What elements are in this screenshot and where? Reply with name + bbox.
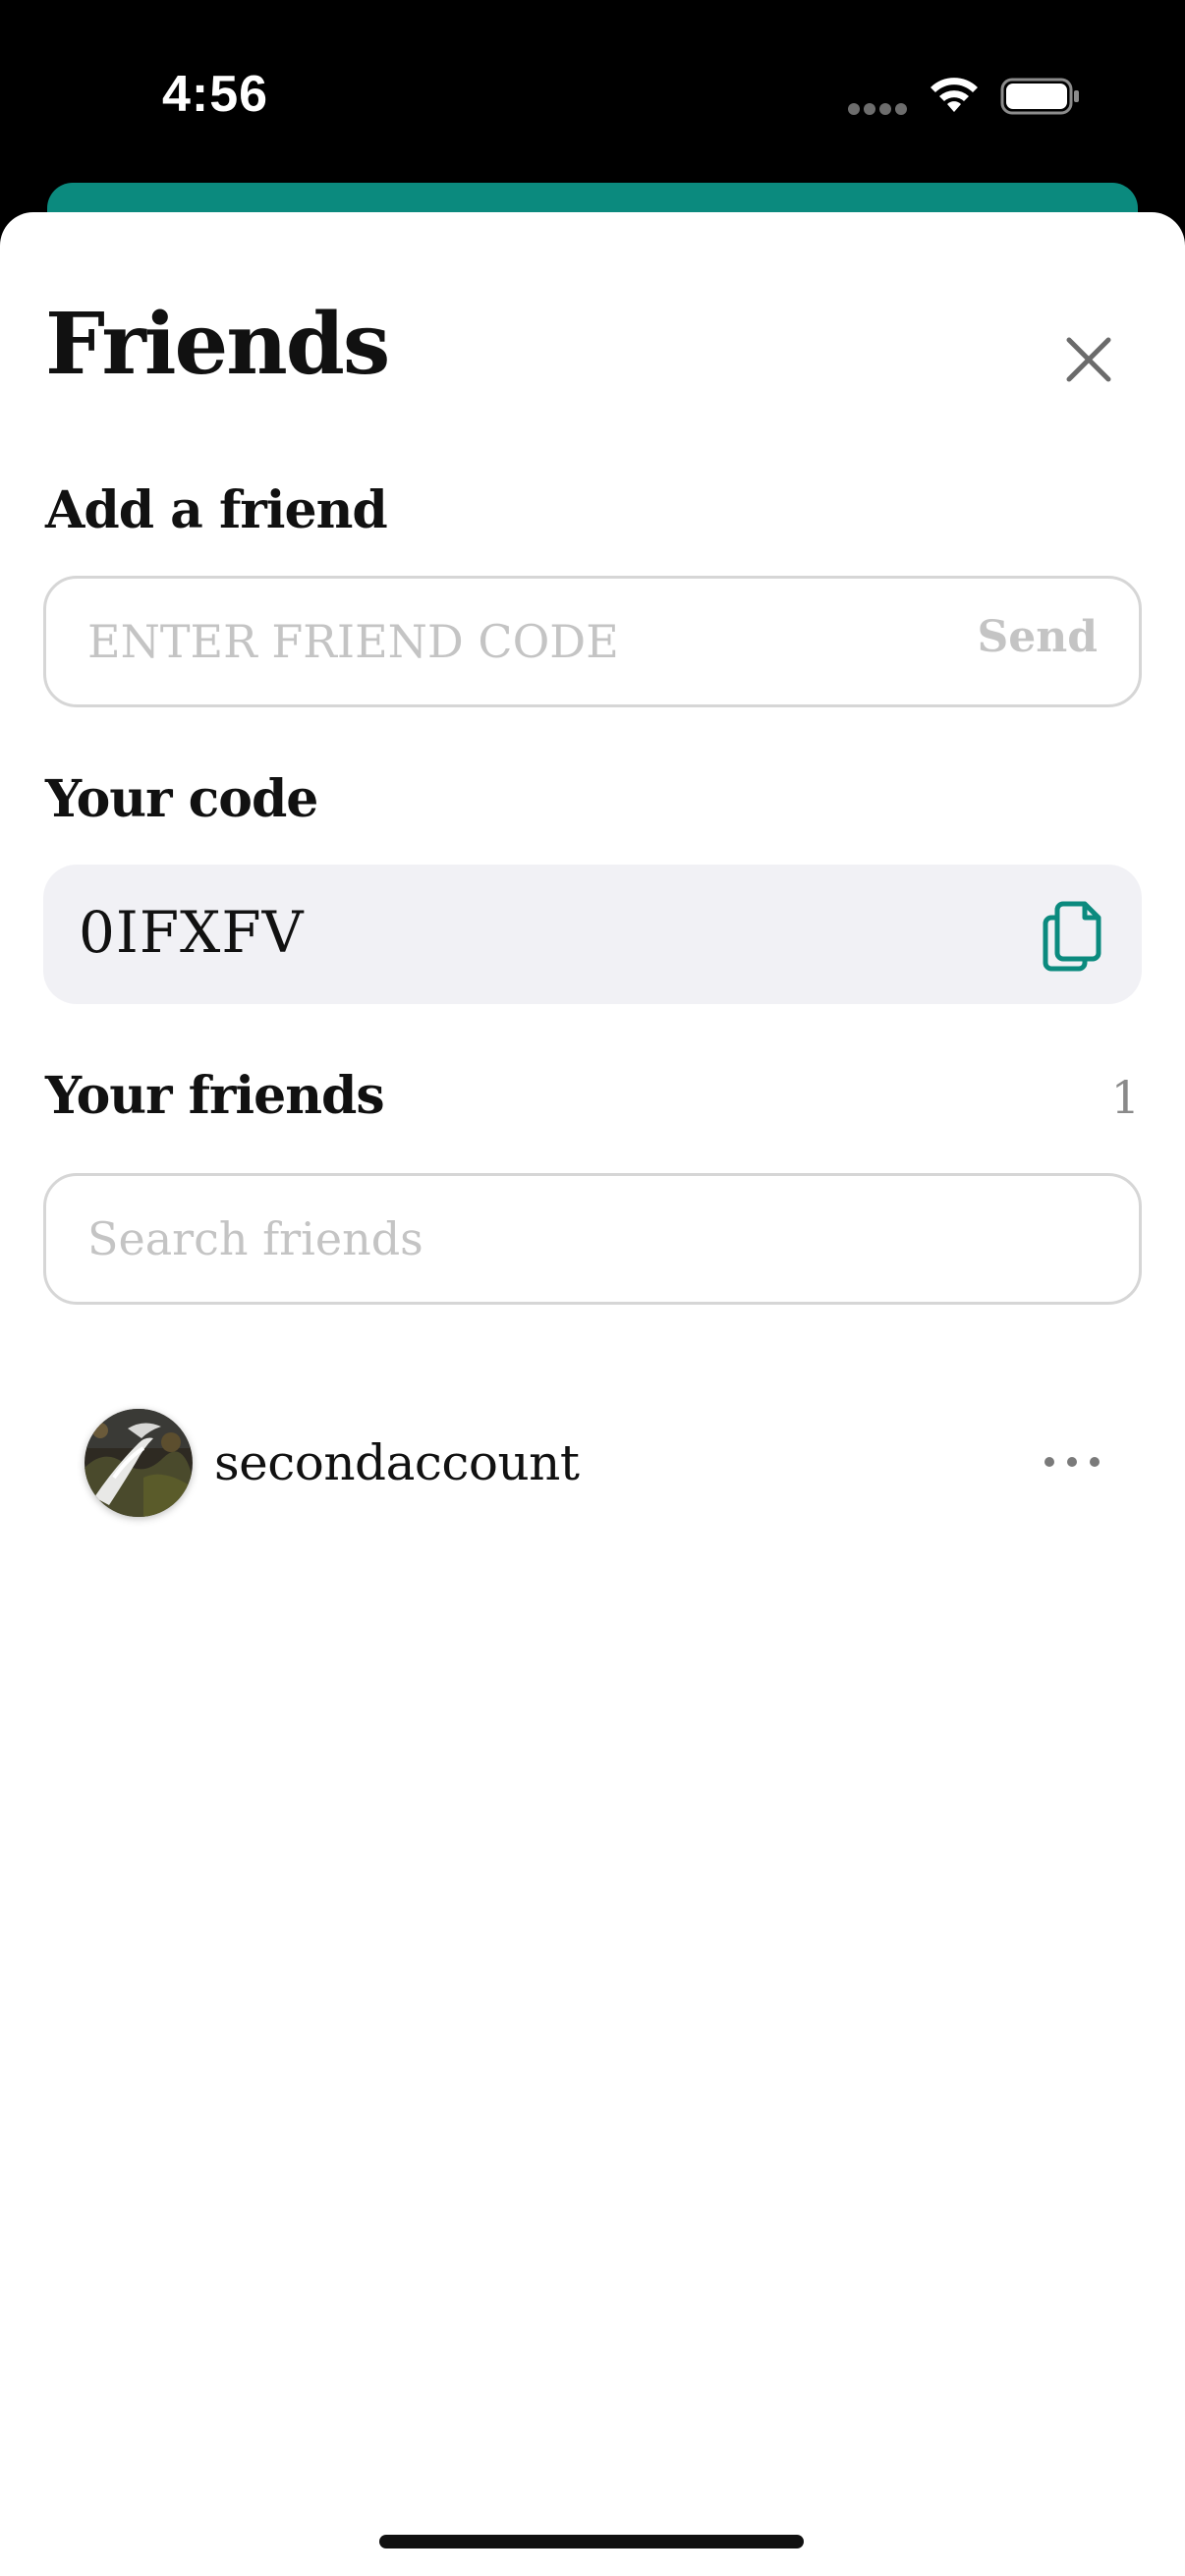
- your-code-box: 0IFXFV: [43, 865, 1142, 1004]
- more-horizontal-icon[interactable]: [1042, 1442, 1102, 1482]
- search-friends-field: [43, 1173, 1142, 1305]
- home-indicator: [379, 2535, 804, 2548]
- wifi-icon: [931, 78, 978, 112]
- friend-code-input[interactable]: [85, 579, 970, 704]
- close-button[interactable]: [1049, 320, 1128, 399]
- battery-icon: [1000, 78, 1079, 115]
- status-time: 4:56: [162, 66, 269, 123]
- friends-count: 1: [1110, 1071, 1140, 1124]
- page-title: Friends: [45, 295, 390, 394]
- your-code-label: Your code: [45, 769, 318, 829]
- your-code-value: 0IFXFV: [79, 899, 305, 966]
- copy-icon[interactable]: [1042, 898, 1104, 973]
- friend-name: secondaccount: [214, 1434, 580, 1491]
- avatar: [85, 1409, 193, 1517]
- add-friend-label: Add a friend: [45, 480, 388, 540]
- friend-code-field: Send: [43, 576, 1142, 707]
- your-friends-label: Your friends: [45, 1066, 385, 1126]
- friend-list-item[interactable]: secondaccount: [0, 1397, 1185, 1529]
- send-button[interactable]: Send: [977, 616, 1098, 659]
- screen: 4:56 Friends Add a friend Send: [0, 0, 1185, 2576]
- friends-sheet: Friends Add a friend Send Your code 0IFX…: [0, 212, 1185, 2576]
- close-icon: [1066, 337, 1111, 382]
- search-friends-input[interactable]: [85, 1176, 970, 1302]
- cellular-signal-icon: [848, 103, 907, 115]
- waterfall-photo: [85, 1409, 193, 1517]
